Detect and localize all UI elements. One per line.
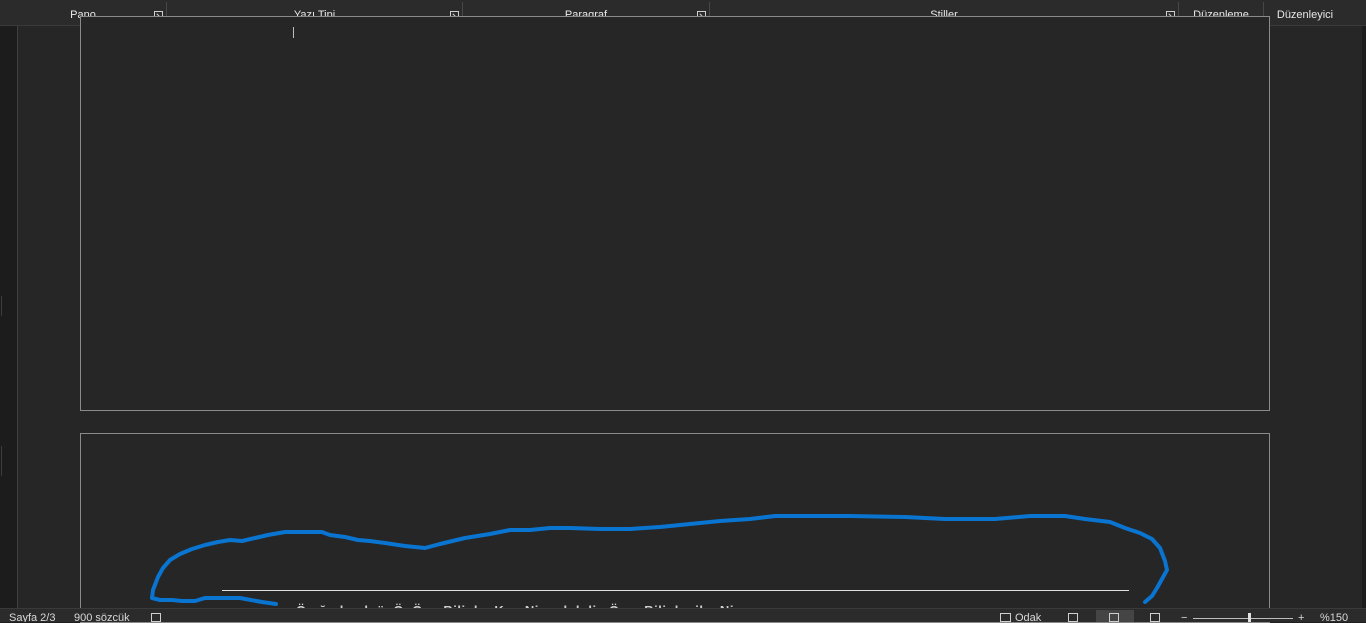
ruler-marker xyxy=(1,296,2,316)
ribbon-group-label-editor: Düzenleyici xyxy=(1276,9,1334,21)
horizontal-rule xyxy=(222,590,1129,591)
document-page-1[interactable] xyxy=(80,16,1270,411)
ruler-marker xyxy=(1,446,2,476)
status-bar: Sayfa 2/3 900 sözcük Odak − + %150 xyxy=(0,608,1366,622)
document-canvas[interactable] xyxy=(18,16,1366,623)
vertical-scrollbar[interactable] xyxy=(1362,26,1366,608)
vertical-ruler xyxy=(0,26,18,608)
text-cursor xyxy=(293,27,294,38)
document-page-2[interactable] xyxy=(80,433,1270,623)
ribbon-group-editor: Düzenleyici xyxy=(1264,0,1346,25)
zoom-slider[interactable] xyxy=(1193,618,1293,619)
